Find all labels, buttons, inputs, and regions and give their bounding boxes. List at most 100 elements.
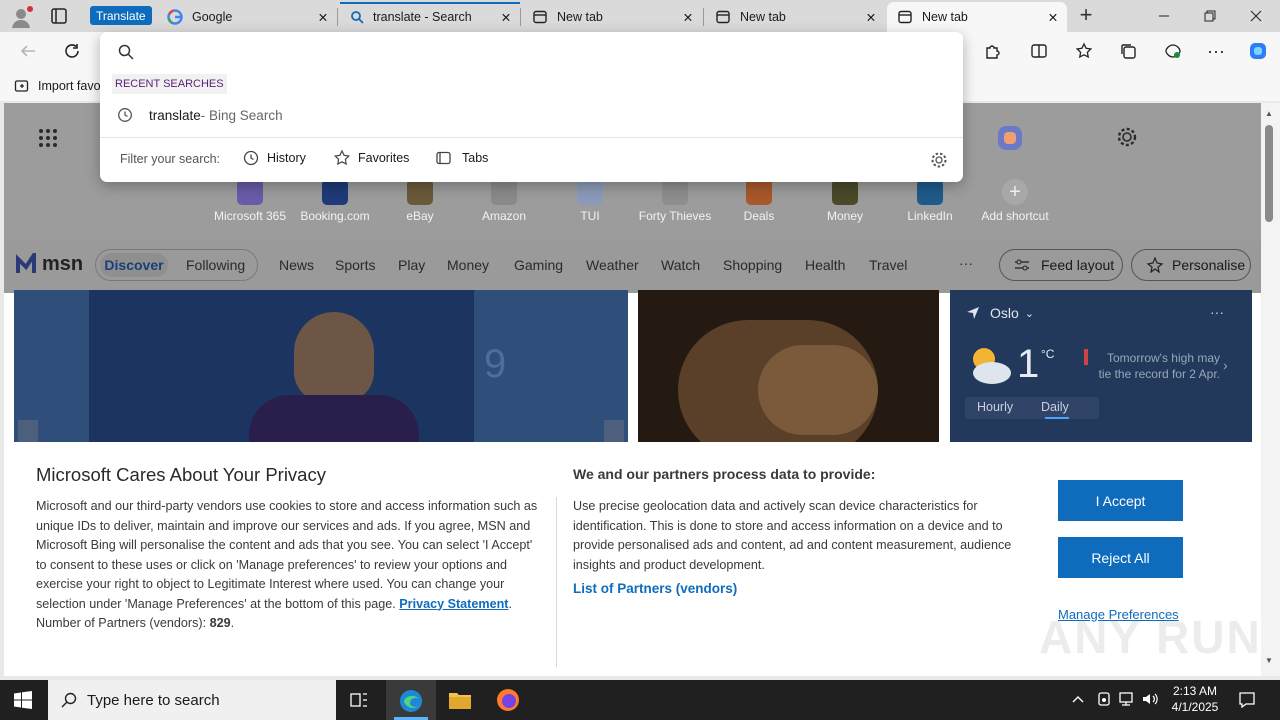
filter-favorites[interactable]: Favorites <box>333 149 409 167</box>
new-tab-plus-icon[interactable]: + <box>1072 4 1100 28</box>
shortcut-amazon[interactable]: Amazon <box>464 179 544 223</box>
search-settings-gear-icon[interactable] <box>930 151 948 169</box>
recent-search-item[interactable]: translate - Bing Search <box>100 101 963 129</box>
tab-title: Google <box>192 10 233 24</box>
msn-logo[interactable]: msn <box>16 251 84 277</box>
extensions-icon[interactable] <box>975 34 1009 68</box>
tab-new-tab-active[interactable]: New tab ✕ <box>887 2 1067 32</box>
taskbar-search-box[interactable]: Type here to search <box>48 680 336 720</box>
shortcut-ebay[interactable]: eBay <box>380 179 460 223</box>
carousel-prev-icon[interactable] <box>18 420 38 442</box>
tab-discover[interactable]: Discover <box>100 253 168 277</box>
split-screen-icon[interactable] <box>1022 34 1056 68</box>
image-card[interactable] <box>638 290 939 442</box>
tab-new-tab[interactable]: New tab ✕ <box>522 2 702 32</box>
shortcut-microsoft-365[interactable]: Microsoft 365 <box>210 179 290 223</box>
nav-sports[interactable]: Sports <box>335 257 375 273</box>
close-tab-icon[interactable]: ✕ <box>674 3 702 31</box>
browser-essentials-icon[interactable] <box>1156 34 1190 68</box>
apps-grid-icon[interactable] <box>38 128 58 148</box>
nav-watch[interactable]: Watch <box>661 257 700 273</box>
close-tab-icon[interactable]: ✕ <box>309 3 337 31</box>
show-hidden-icons-chevron[interactable] <box>1071 692 1085 706</box>
personalise-button[interactable]: Personalise <box>1131 249 1251 281</box>
settings-gear-icon[interactable] <box>1116 126 1138 148</box>
presenter-head <box>294 312 374 402</box>
shortcut-money[interactable]: Money <box>805 179 885 223</box>
refresh-icon[interactable] <box>55 34 89 68</box>
list-of-partners-link[interactable]: List of Partners (vendors) <box>573 581 737 596</box>
restore-icon[interactable] <box>1196 6 1224 26</box>
network-icon[interactable] <box>1118 691 1136 707</box>
accept-button[interactable]: I Accept <box>1058 480 1183 521</box>
reject-all-button[interactable]: Reject All <box>1058 537 1183 578</box>
edge-taskbar-button[interactable] <box>386 680 436 720</box>
tab-group-label[interactable]: Translate <box>90 6 152 25</box>
profile-avatar-icon[interactable] <box>8 4 34 30</box>
volume-icon[interactable] <box>1141 691 1159 707</box>
tab-daily[interactable]: Daily <box>1041 400 1069 414</box>
shortcut-booking[interactable]: Booking.com <box>295 179 375 223</box>
weather-location[interactable]: Oslo ⌄ <box>966 305 1034 321</box>
filter-tabs[interactable]: Tabs <box>435 149 488 167</box>
nav-money[interactable]: Money <box>447 257 489 273</box>
privacy-statement-link[interactable]: Privacy Statement <box>399 597 508 611</box>
notifications-icon[interactable] <box>1238 691 1256 709</box>
tab-new-tab[interactable]: New tab ✕ <box>705 2 885 32</box>
import-icon <box>14 78 30 94</box>
device-status-icon[interactable] <box>1096 691 1112 707</box>
filter-history[interactable]: History <box>242 149 306 167</box>
copilot-icon[interactable] <box>1241 34 1275 68</box>
feed-layout-button[interactable]: Feed layout <box>999 249 1123 281</box>
video-card[interactable]: 9 <box>14 290 628 442</box>
firefox-icon[interactable] <box>496 688 520 712</box>
weather-more-icon[interactable]: ··· <box>1210 304 1224 320</box>
import-favorites-link[interactable]: Import favo <box>38 79 101 93</box>
page-scrollbar[interactable]: ▲ ▼ <box>1261 103 1280 676</box>
tab-actions-icon[interactable] <box>48 6 70 26</box>
nav-news[interactable]: News <box>279 257 314 273</box>
more-nav-icon[interactable]: ··· <box>959 255 973 271</box>
tab-google[interactable]: Google ✕ <box>157 2 337 32</box>
weather-card: Oslo ⌄ ··· 1 °C Tomorrow's high may tie … <box>950 290 1252 442</box>
more-menu-icon[interactable]: ··· <box>1199 34 1233 68</box>
close-tab-icon[interactable]: ✕ <box>857 3 885 31</box>
shortcut-deals[interactable]: Deals <box>719 179 799 223</box>
nav-shopping[interactable]: Shopping <box>723 257 782 273</box>
tab-translate-search[interactable]: translate - Search ✕ <box>340 2 520 32</box>
address-bar-dropdown: RECENT SEARCHES translate - Bing Search … <box>100 32 963 182</box>
nav-travel[interactable]: Travel <box>869 257 907 273</box>
nav-weather[interactable]: Weather <box>586 257 639 273</box>
shortcut-tui[interactable]: TUI <box>550 179 630 223</box>
nav-health[interactable]: Health <box>805 257 845 273</box>
task-view-icon[interactable] <box>349 690 369 710</box>
presenter-body <box>249 395 419 442</box>
tab-hourly[interactable]: Hourly <box>977 400 1013 414</box>
windows-start-icon[interactable] <box>14 691 32 709</box>
back-icon[interactable] <box>11 34 45 68</box>
shortcut-forty-thieves[interactable]: Forty Thieves <box>635 179 715 223</box>
tab-following[interactable]: Following <box>186 257 245 273</box>
partly-cloudy-icon <box>964 342 1012 386</box>
scroll-up-icon[interactable]: ▲ <box>1265 109 1273 118</box>
copilot-icon[interactable] <box>995 123 1025 153</box>
recent-searches-header: RECENT SEARCHES <box>112 74 227 94</box>
close-tab-icon[interactable]: ✕ <box>1039 3 1067 31</box>
chevron-right-icon[interactable]: › <box>1223 357 1228 373</box>
scroll-thumb[interactable] <box>1265 125 1273 222</box>
carousel-next-icon[interactable] <box>604 420 624 442</box>
shortcut-linkedin[interactable]: LinkedIn <box>890 179 970 223</box>
minimize-icon[interactable] <box>1150 6 1178 26</box>
close-window-icon[interactable] <box>1242 6 1270 26</box>
collections-icon[interactable] <box>1111 34 1145 68</box>
nav-play[interactable]: Play <box>398 257 425 273</box>
scroll-down-icon[interactable]: ▼ <box>1265 656 1273 665</box>
file-explorer-icon[interactable] <box>448 689 472 711</box>
address-input[interactable] <box>140 40 940 64</box>
shortcut-add[interactable]: + Add shortcut <box>975 179 1055 223</box>
msn-nav-bar: msn Discover Following News Sports Play … <box>4 241 1261 293</box>
favorites-star-icon[interactable] <box>1067 34 1101 68</box>
taskbar-clock[interactable]: 2:13 AM 4/1/2025 <box>1164 683 1226 715</box>
close-tab-icon[interactable]: ✕ <box>492 3 520 31</box>
nav-gaming[interactable]: Gaming <box>514 257 563 273</box>
